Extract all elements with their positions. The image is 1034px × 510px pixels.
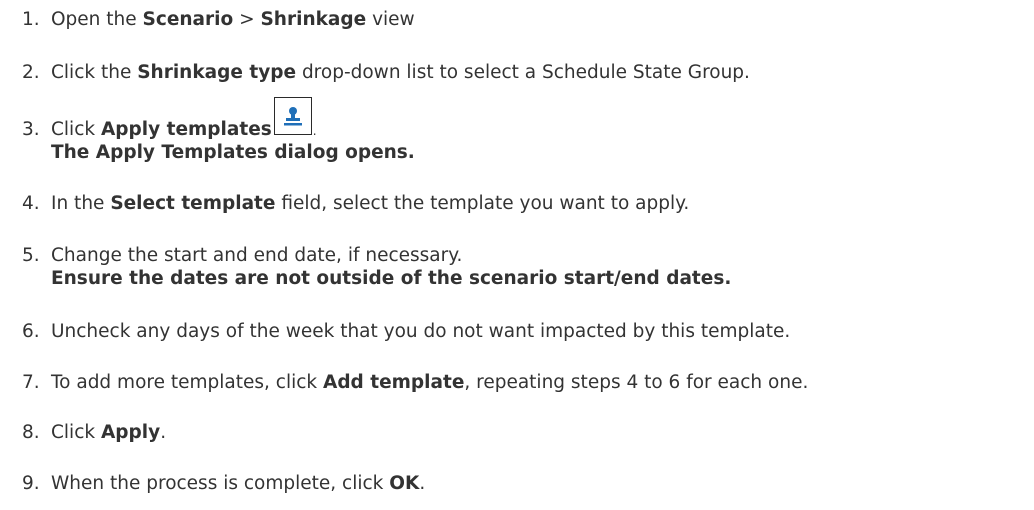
step-number: 8. [22, 422, 40, 443]
step-number: 4. [22, 193, 40, 214]
instruction-steps: 1. Open the Scenario > Shrinkage view 2.… [0, 0, 1034, 510]
text-fragment: In the [51, 193, 111, 214]
step-text: When the process is complete, click OK. [51, 471, 425, 496]
ui-term-ok: OK [389, 473, 420, 494]
text-fragment: , repeating steps 4 to 6 for each one. [464, 372, 809, 393]
step-number: 5. [22, 245, 40, 266]
step-text: Click Apply templates [51, 117, 272, 142]
ui-term-add-template: Add template [323, 372, 465, 393]
text-fragment: Open the [51, 9, 143, 30]
step-text: Open the Scenario > Shrinkage view [51, 7, 415, 32]
text-fragment: Click [51, 422, 101, 443]
step-note: The Apply Templates dialog opens. [51, 142, 415, 163]
step-number: 1. [22, 9, 40, 30]
step-text: Uncheck any days of the week that you do… [51, 319, 790, 344]
stamp-icon [283, 107, 302, 126]
step-number: 7. [22, 372, 40, 393]
ui-term-scenario: Scenario [142, 9, 234, 30]
ui-term-shrinkage: Shrinkage [260, 9, 367, 30]
step-number: 6. [22, 321, 40, 342]
step-note: Ensure the dates are not outside of the … [51, 268, 732, 289]
text-fragment: Click [51, 119, 101, 140]
text-fragment: drop-down list to select a Schedule Stat… [296, 62, 750, 83]
step-number: 2. [22, 62, 40, 83]
text-fragment: . [419, 473, 426, 494]
text-fragment: field, select the template you want to a… [275, 193, 690, 214]
text-fragment: Click the [51, 62, 138, 83]
step-text: Click Apply. [51, 420, 166, 445]
step-number: 3. [22, 119, 40, 140]
step-number: 9. [22, 473, 40, 494]
text-fragment: Change the start and end date, if necess… [51, 245, 463, 266]
sentence-period: . [312, 124, 317, 138]
ui-term-apply-templates: Apply templates [100, 119, 272, 140]
text-fragment: Uncheck any days of the week that you do… [51, 321, 791, 342]
step-3: 3. Click Apply templates . The Apply Tem… [0, 97, 1034, 170]
step-text: Click the Shrinkage type drop-down list … [51, 60, 750, 85]
text-fragment: To add more templates, click [51, 372, 323, 393]
ui-term-select-template: Select template [110, 193, 276, 214]
ui-term-apply: Apply [100, 422, 161, 443]
text-fragment: When the process is complete, click [51, 473, 390, 494]
text-fragment: . [160, 422, 167, 443]
ui-term-shrinkage-type: Shrinkage type [137, 62, 297, 83]
step-text: Change the start and end date, if necess… [51, 243, 462, 268]
apply-templates-stamp-icon [273, 97, 312, 135]
text-fragment: > [233, 9, 261, 30]
text-fragment: view [366, 9, 415, 30]
step-text: To add more templates, click Add templat… [51, 370, 808, 395]
step-text: In the Select template field, select the… [51, 191, 689, 216]
